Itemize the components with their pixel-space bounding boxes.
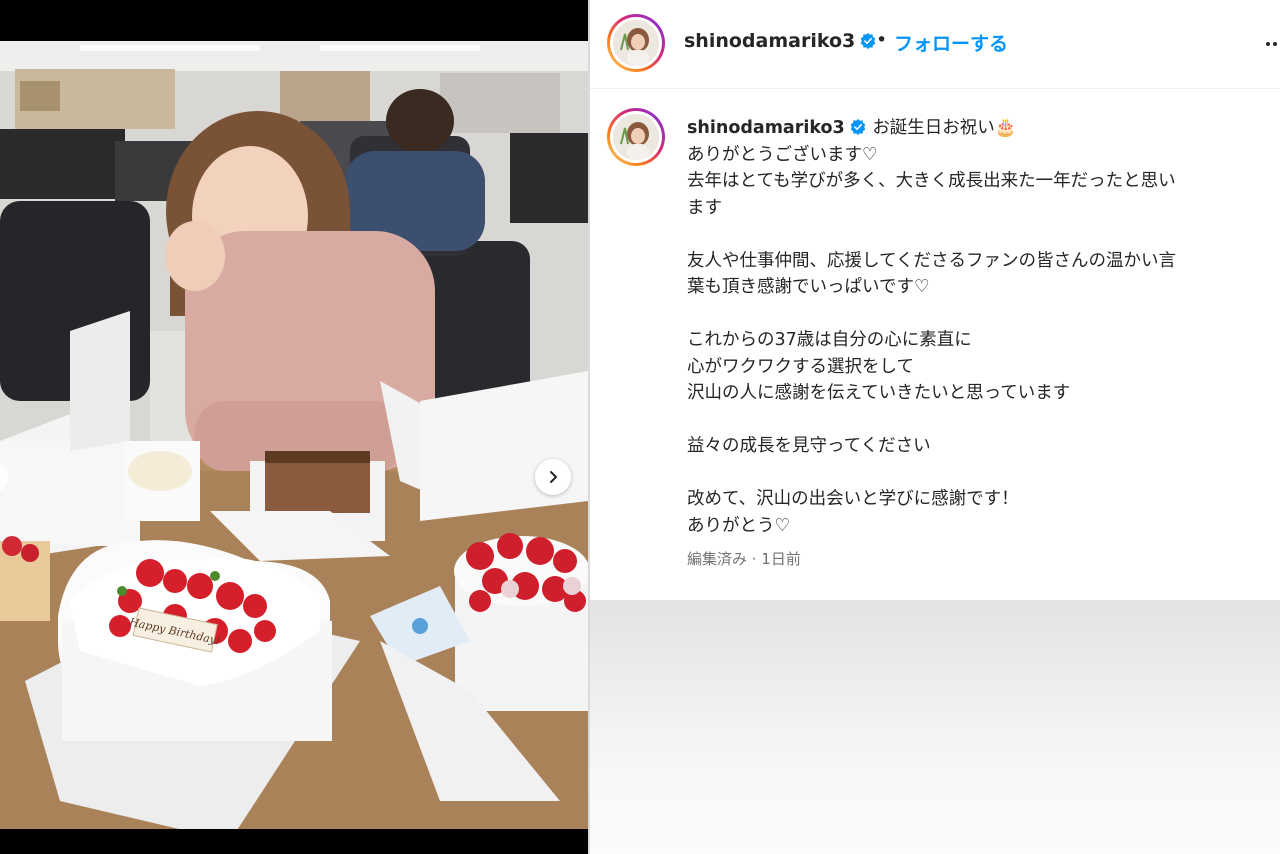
caption-line: ます xyxy=(687,197,722,218)
caption-line: 益々の成長を見守ってください xyxy=(687,436,931,456)
post-media-panel: Happy Birthday! xyxy=(0,0,588,854)
caption-line: 友人や仕事仲間、応援してくださるファンの皆さんの温かい言 xyxy=(687,250,1176,271)
post-header: shinodamariko3 • フォローする xyxy=(590,0,1280,89)
header-separator: • xyxy=(876,29,888,51)
caption-line: 改めて、沢山の出会いと学びに感謝です！ xyxy=(687,489,1019,509)
caption-username[interactable]: shinodamariko3 xyxy=(687,118,867,138)
verified-badge-icon xyxy=(850,118,865,136)
caption-line: 心がワクワクする選択をして xyxy=(687,356,914,377)
post-sidebar: shinodamariko3 • フォローする shinodamariko3 お… xyxy=(590,0,1280,854)
next-slide-button[interactable] xyxy=(535,459,571,495)
caption-first-line: shinodamariko3 お誕生日お祝い🎂 xyxy=(687,115,1272,142)
verified-badge-icon xyxy=(861,32,876,50)
caption-line: ありがとうございます♡ xyxy=(687,144,878,165)
caption-area: shinodamariko3 お誕生日お祝い🎂 ありがとうございます♡ 去年はとて… xyxy=(590,88,1280,600)
header-username-text: shinodamariko3 xyxy=(684,30,856,52)
chevron-right-icon xyxy=(550,471,557,483)
more-options-icon[interactable] xyxy=(1266,36,1280,52)
follow-button[interactable]: フォローする xyxy=(894,29,1008,56)
caption-avatar[interactable] xyxy=(607,108,665,166)
post-photo[interactable]: Happy Birthday! xyxy=(0,41,588,829)
caption-line: ありがとう♡ xyxy=(687,515,791,536)
caption-avatar-image xyxy=(613,114,659,160)
caption-text: shinodamariko3 お誕生日お祝い🎂 ありがとうございます♡ 去年はとて… xyxy=(687,115,1272,539)
caption-line: 去年はとても学びが多く、大きく成長出来た一年だったと思い xyxy=(687,171,1176,191)
caption-body: ありがとうございます♡ 去年はとても学びが多く、大きく成長出来た一年だったと思いま… xyxy=(687,142,1272,540)
post-meta: 編集済み · 1日前 xyxy=(687,550,801,568)
avatar-image xyxy=(613,20,659,66)
caption-line: お誕生日お祝い🎂 xyxy=(872,118,1017,138)
caption-line: 沢山の人に感謝を伝えていきたいと思っています xyxy=(687,383,1071,403)
comments-area xyxy=(590,600,1280,854)
header-username[interactable]: shinodamariko3 xyxy=(684,30,877,52)
caption-line: これからの37歳は自分の心に素直に xyxy=(687,330,972,350)
caption-line: 葉も頂き感謝でいっぱいです♡ xyxy=(687,277,930,297)
avatar[interactable] xyxy=(607,14,665,72)
caption-username-text: shinodamariko3 xyxy=(687,118,845,138)
